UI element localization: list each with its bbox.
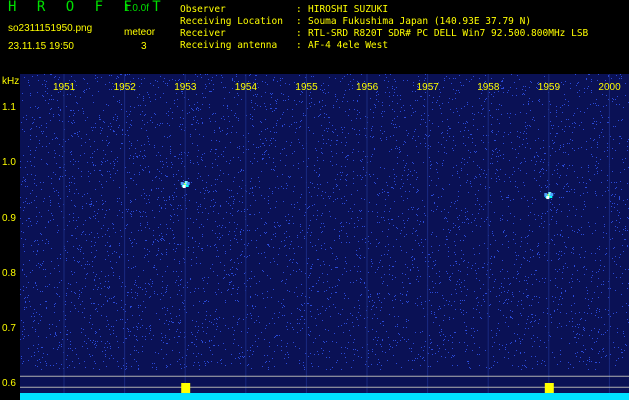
receiver-value: RTL-SRD R820T SDR# PC DELL Win7 92.500.8…: [308, 28, 589, 39]
receiver-label: Receiver: [180, 28, 226, 39]
x-tick-label: 1955: [295, 82, 318, 93]
y-axis-unit: kHz: [2, 76, 20, 87]
location-label: Receiving Location: [180, 16, 283, 27]
y-tick-label: 0.9: [2, 212, 16, 224]
signal-baseline: [20, 393, 629, 400]
y-tick-label: 0.8: [2, 267, 16, 279]
receiver-colon: :: [296, 28, 302, 39]
meteor-count: 3: [141, 41, 147, 52]
spectrogram-plot: [20, 74, 629, 400]
y-tick-label: 0.6: [2, 378, 16, 390]
antenna-colon: :: [296, 40, 302, 51]
x-tick-label: 1956: [356, 82, 379, 93]
x-tick-label: 1959: [537, 82, 561, 93]
meteor-echo: [544, 192, 554, 200]
meteor-echo: [180, 181, 190, 189]
y-tick-label: 0.7: [2, 323, 16, 335]
x-tick-label: 1951: [53, 82, 76, 93]
app-version: 1.0.0f: [124, 3, 150, 14]
y-tick-label: 1.1: [2, 102, 16, 114]
antenna-value: AF-4 4ele West: [308, 40, 389, 51]
location-value: Souma Fukushima Japan (140.93E 37.79 N): [308, 16, 532, 27]
timestamp: 23.11.15 19:50: [8, 41, 74, 52]
spectrogram-svg: [20, 74, 629, 400]
y-axis-panel: [0, 74, 20, 400]
x-tick-label: 1954: [234, 82, 258, 93]
header-panel: H R O F F T 1.0.0f so2311151950.png 23.1…: [0, 0, 629, 74]
observer-value: HIROSHI SUZUKI: [308, 4, 389, 15]
x-tick-label: 1952: [113, 82, 136, 93]
x-tick-label: 2000: [598, 82, 621, 93]
x-tick-label: 1953: [174, 82, 197, 93]
file-name: so2311151950.png: [8, 23, 93, 34]
observer-label: Observer: [180, 4, 226, 15]
antenna-label: Receiving antenna: [180, 40, 278, 51]
x-tick-label: 1957: [416, 82, 439, 93]
location-colon: :: [296, 16, 302, 27]
observer-colon: :: [296, 4, 302, 15]
x-tick-label: 1958: [477, 82, 500, 93]
meteor-label: meteor: [124, 27, 156, 38]
y-tick-label: 1.0: [2, 157, 16, 169]
